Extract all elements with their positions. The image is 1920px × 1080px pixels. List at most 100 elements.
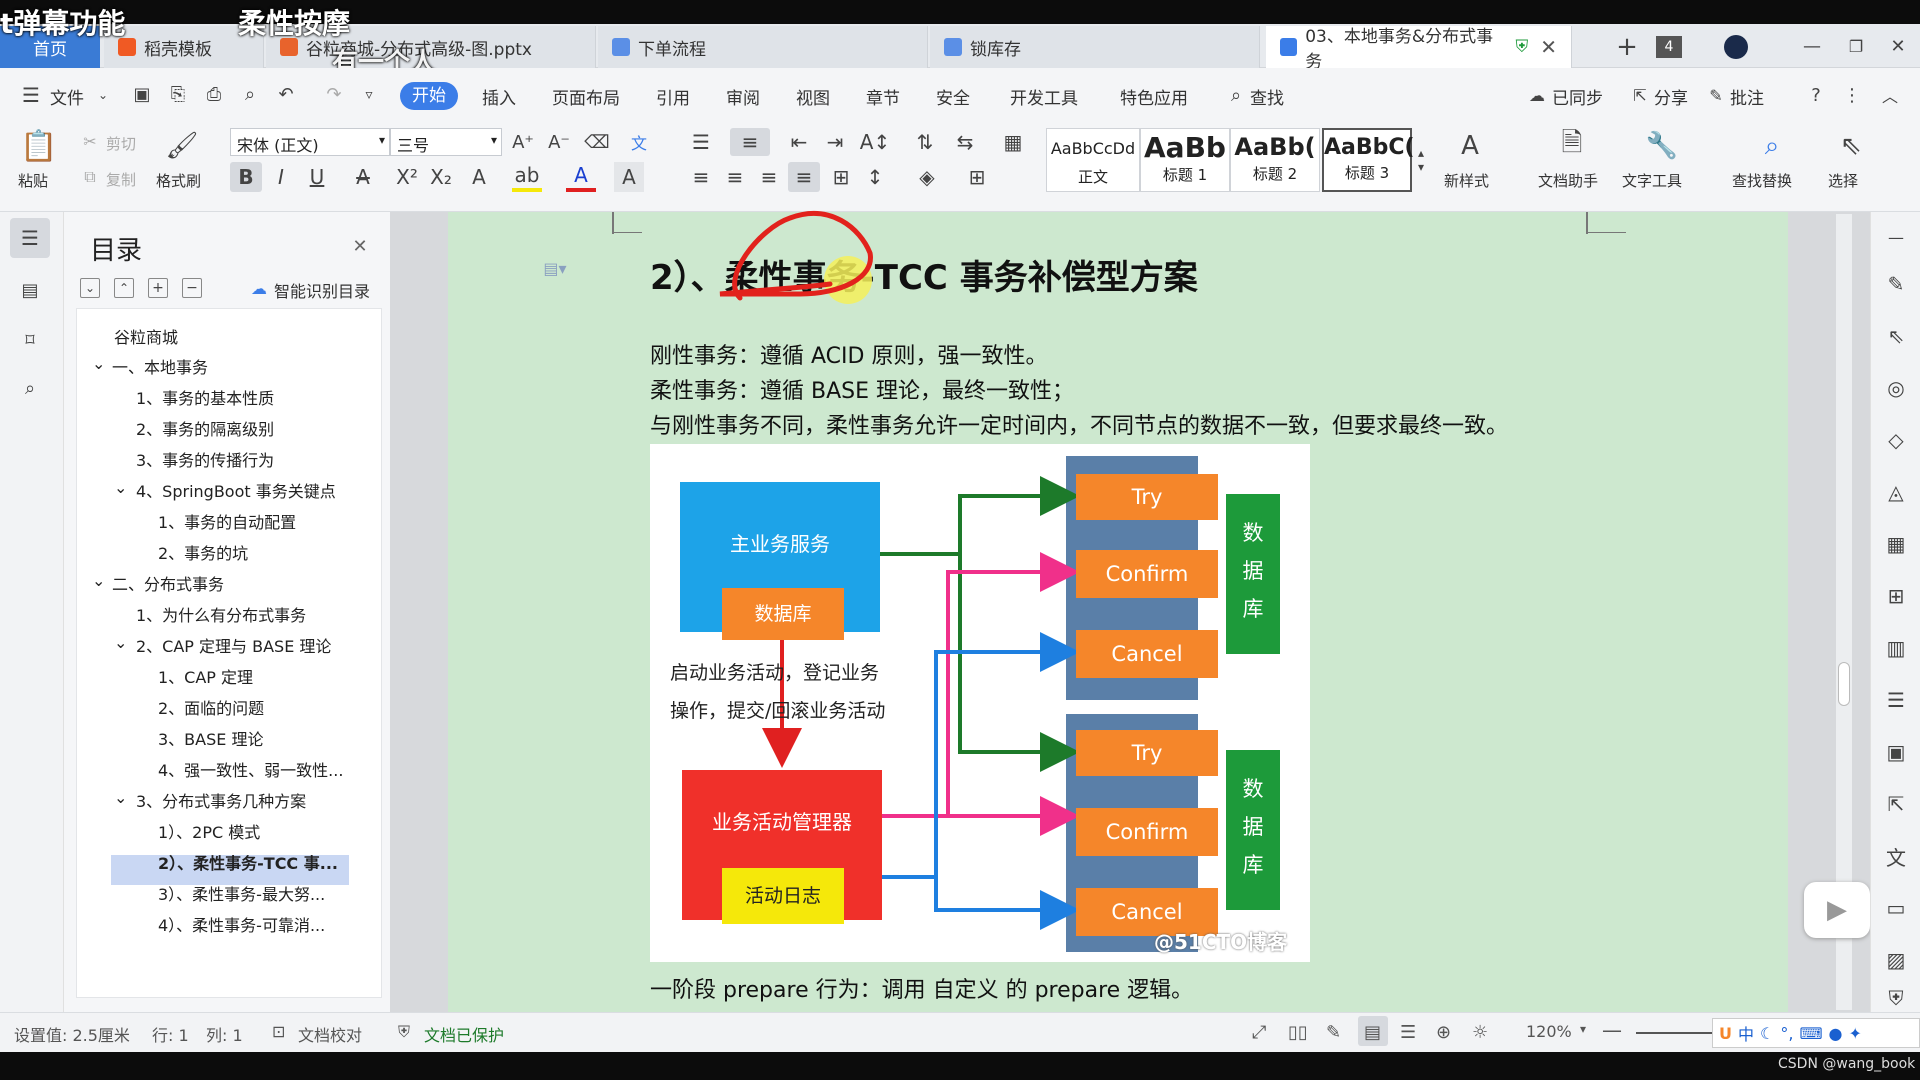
menu-security[interactable]: 安全 bbox=[936, 84, 970, 109]
superscript-icon[interactable]: X² bbox=[392, 162, 422, 192]
toc-item[interactable]: 4、强一致性、弱一致性... bbox=[158, 757, 343, 781]
font-color-icon[interactable]: A bbox=[566, 162, 596, 192]
doc-helper-label[interactable]: 文档助手 bbox=[1538, 170, 1598, 191]
translate-icon[interactable]: 文 bbox=[1883, 842, 1909, 870]
collapse-ribbon-icon[interactable]: ︿ bbox=[1880, 84, 1900, 106]
cursor-icon[interactable]: ⇖ bbox=[1883, 322, 1909, 350]
select-cursor-icon[interactable]: ⇖ bbox=[1836, 126, 1866, 166]
find-icon[interactable]: ⌕ bbox=[14, 372, 46, 404]
tab-current-doc[interactable]: 03、本地事务&分布式事务 ⛨ ✕ bbox=[1266, 26, 1572, 72]
comment-button[interactable]: 批注 bbox=[1730, 84, 1764, 109]
save-icon[interactable]: ▣ bbox=[130, 82, 154, 106]
char-shading-icon[interactable]: A bbox=[614, 162, 644, 192]
user-icon[interactable]: ● bbox=[1829, 1024, 1843, 1043]
location-icon[interactable]: ◎ bbox=[1883, 374, 1909, 402]
shading-icon[interactable]: ◈ bbox=[912, 162, 942, 192]
chevron-down-icon[interactable]: ⌄ bbox=[114, 478, 127, 497]
menu-features[interactable]: 特色应用 bbox=[1120, 84, 1188, 109]
minimize-icon[interactable]: — bbox=[1800, 32, 1824, 60]
doc-proof-button[interactable]: 文档校对 bbox=[298, 1022, 362, 1046]
page-thumbnail-icon[interactable]: ▤ bbox=[14, 274, 46, 306]
menu-file[interactable]: 文件 bbox=[50, 84, 84, 109]
tools-icon[interactable]: ✦ bbox=[1849, 1024, 1862, 1043]
style-heading2[interactable]: AaBb( 标题 2 bbox=[1230, 128, 1320, 192]
menu-start[interactable]: 开始 bbox=[400, 82, 458, 110]
smart-toc-button[interactable]: 智能识别目录 bbox=[274, 278, 370, 302]
picture-icon[interactable]: ▨ bbox=[1883, 946, 1909, 974]
menu-chapter[interactable]: 章节 bbox=[866, 84, 900, 109]
chart-icon[interactable]: ▥ bbox=[1883, 634, 1909, 662]
share-button[interactable]: 分享 bbox=[1654, 84, 1688, 109]
undo-icon[interactable]: ↶ bbox=[274, 82, 298, 106]
search-icon[interactable]: ⌕ bbox=[1226, 84, 1246, 106]
print-icon[interactable]: ⎙ bbox=[202, 82, 226, 106]
toc-item[interactable]: 2、CAP 定理与 BASE 理论 bbox=[136, 633, 331, 657]
eye-protect-icon[interactable]: ☼ bbox=[1472, 1022, 1488, 1043]
menu-reference[interactable]: 引用 bbox=[656, 84, 690, 109]
add-level-icon[interactable]: + bbox=[148, 278, 168, 298]
style-heading3[interactable]: AaBbC( 标题 3 bbox=[1322, 128, 1415, 192]
doc-protected-status[interactable]: 文档已保护 bbox=[424, 1022, 504, 1046]
moon-icon[interactable]: ☾ bbox=[1760, 1024, 1774, 1043]
read-mode-icon[interactable]: ▯▯ bbox=[1288, 1022, 1308, 1043]
shield-icon[interactable]: ⛨ bbox=[1883, 984, 1909, 1012]
numbered-list-icon[interactable]: ≡ bbox=[730, 128, 770, 156]
text-effect-icon[interactable]: A bbox=[464, 162, 494, 192]
archive-icon[interactable]: ▭ bbox=[1883, 894, 1909, 922]
menu-developer[interactable]: 开发工具 bbox=[1010, 84, 1078, 109]
ime-toolbar[interactable]: U 中 ☾ °, ⌨ ● ✦ bbox=[1712, 1018, 1920, 1048]
copy-label[interactable]: 复制 bbox=[106, 169, 136, 190]
table-icon[interactable]: ▦ bbox=[998, 128, 1028, 156]
style-normal[interactable]: AaBbCcDd 正文 bbox=[1046, 128, 1140, 192]
align-center-icon[interactable]: ≡ bbox=[720, 162, 750, 192]
image-icon[interactable]: ▣ bbox=[1883, 738, 1909, 766]
cut-label[interactable]: 剪切 bbox=[106, 133, 136, 154]
new-style-label[interactable]: 新样式 bbox=[1444, 170, 1489, 191]
text-tools-label[interactable]: 文字工具 bbox=[1622, 170, 1682, 191]
avatar[interactable] bbox=[1724, 35, 1748, 59]
fullscreen-icon[interactable]: ⤢ bbox=[1252, 1022, 1266, 1043]
status-setting[interactable]: 设置值: 2.5厘米 bbox=[14, 1022, 130, 1046]
paragraph-spacing-icon[interactable]: ↕ bbox=[860, 162, 890, 192]
edit-icon[interactable]: ✎ bbox=[1883, 270, 1909, 298]
customize-icon[interactable]: ▿ bbox=[360, 84, 378, 106]
text-direction-icon[interactable]: A↕ bbox=[860, 128, 890, 156]
chevron-down-icon[interactable]: ▾ bbox=[1580, 1022, 1586, 1036]
remove-level-icon[interactable]: − bbox=[182, 278, 202, 298]
web-view-icon[interactable]: ⊕ bbox=[1436, 1022, 1451, 1043]
paste-icon[interactable]: 📋 bbox=[20, 126, 58, 166]
bookmark-icon[interactable]: ⌑ bbox=[14, 324, 46, 356]
zoom-slider[interactable] bbox=[1636, 1032, 1712, 1034]
scrollbar-thumb[interactable] bbox=[1838, 662, 1850, 706]
expand-all-icon[interactable]: ⌄ bbox=[80, 278, 100, 298]
synced-status[interactable]: 已同步 bbox=[1552, 84, 1603, 109]
toc-item[interactable]: 4、SpringBoot 事务关键点 bbox=[136, 478, 336, 502]
toc-item[interactable]: 一、本地事务 bbox=[112, 354, 208, 378]
toc-item[interactable]: 1、CAP 定理 bbox=[158, 664, 253, 688]
export-icon[interactable]: ⇱ bbox=[1883, 790, 1909, 818]
menu-view[interactable]: 视图 bbox=[796, 84, 830, 109]
tab-count-badge[interactable]: 4 bbox=[1656, 36, 1682, 58]
style-heading1[interactable]: AaBb 标题 1 bbox=[1140, 128, 1230, 192]
help-icon[interactable]: ? bbox=[1806, 84, 1826, 106]
chevron-down-icon[interactable]: ⌄ bbox=[92, 354, 105, 373]
distribute-icon[interactable]: ⊞ bbox=[826, 162, 856, 192]
toc-item[interactable]: 3、分布式事务几种方案 bbox=[136, 788, 306, 812]
tab-order-flow[interactable]: 下单流程 bbox=[598, 26, 928, 68]
toc-item[interactable]: 3、事务的传播行为 bbox=[136, 447, 274, 471]
cut-icon[interactable]: ✂ bbox=[80, 130, 100, 152]
paragraph-tool-icon[interactable]: ▤▾ bbox=[540, 256, 570, 280]
grow-font-icon[interactable]: A⁺ bbox=[510, 128, 536, 156]
align-left-icon[interactable]: ≡ bbox=[686, 162, 716, 192]
shape-icon[interactable]: ◇ bbox=[1883, 426, 1909, 454]
print-preview-icon[interactable]: ⌕ bbox=[238, 82, 262, 106]
zoom-level[interactable]: 120% bbox=[1526, 1022, 1572, 1041]
shrink-font-icon[interactable]: A⁻ bbox=[546, 128, 572, 156]
restore-icon[interactable]: ❐ bbox=[1844, 32, 1868, 60]
wrench-icon[interactable]: 🔧 bbox=[1644, 126, 1680, 166]
chevron-down-icon[interactable]: ⌄ bbox=[92, 571, 105, 590]
underline-icon[interactable]: U bbox=[302, 162, 332, 192]
settings-sliders-icon[interactable]: ☰ bbox=[1883, 686, 1909, 714]
menu-search[interactable]: 查找 bbox=[1250, 84, 1284, 109]
menu-insert[interactable]: 插入 bbox=[482, 84, 516, 109]
